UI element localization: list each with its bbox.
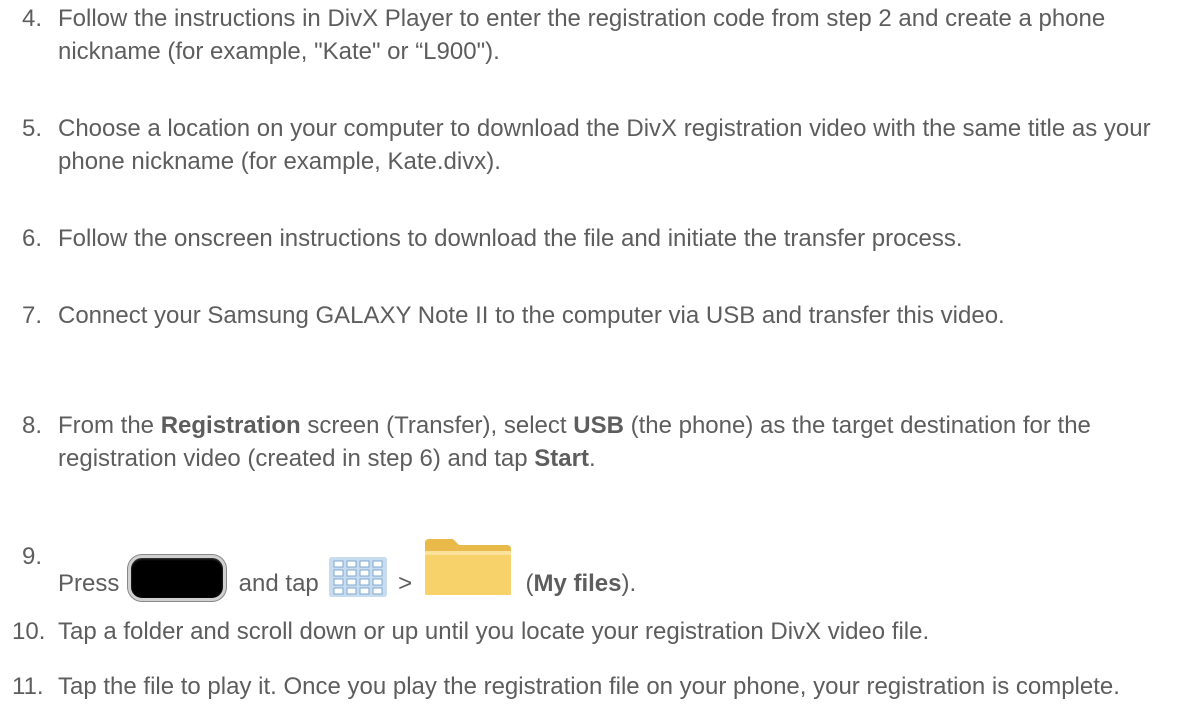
step-text-part: > xyxy=(391,570,419,597)
step-text-part: From the xyxy=(58,412,161,439)
step-number: 9. xyxy=(22,543,43,570)
step-5: 5. Choose a location on your computer to… xyxy=(0,112,1190,178)
step-text-part: and tap xyxy=(232,570,326,597)
step-text: Follow the onscreen instructions to down… xyxy=(58,225,963,252)
step-text-part: Press xyxy=(58,570,127,597)
step-10: 10. Tap a folder and scroll down or up u… xyxy=(0,615,1190,648)
step-text-part: ). xyxy=(621,570,637,597)
step-text-part: ( xyxy=(518,570,534,597)
step-text: Choose a location on your computer to do… xyxy=(58,115,1151,175)
usb-label: USB xyxy=(573,412,624,439)
step-number: 5. xyxy=(22,115,43,142)
step-number: 6. xyxy=(22,225,43,252)
step-8: 8. From the Registration screen (Transfe… xyxy=(0,409,1190,475)
home-key-icon xyxy=(128,555,227,601)
step-number: 4. xyxy=(22,5,43,32)
step-text: From the Registration screen (Transfer),… xyxy=(58,409,1190,475)
step-text: Tap the file to play it. Once you play t… xyxy=(58,673,1120,700)
my-files-label: My files xyxy=(533,570,622,597)
step-4: 4. Follow the instructions in DivX Playe… xyxy=(0,2,1190,68)
registration-label: Registration xyxy=(160,412,301,439)
apps-icon xyxy=(329,557,388,597)
step-text: Connect your Samsung GALAXY Note II to t… xyxy=(58,302,1005,329)
step-text: Follow the instructions in DivX Player t… xyxy=(58,5,1106,65)
step-number: 11. xyxy=(12,673,44,700)
step-7: 7. Connect your Samsung GALAXY Note II t… xyxy=(0,299,1190,332)
start-label: Start xyxy=(534,445,589,472)
step-11: 11. Tap the file to play it. Once you pl… xyxy=(0,670,1190,703)
step-text-part: screen (Transfer), select xyxy=(300,412,574,439)
step-number: 8. xyxy=(22,412,43,439)
step-6: 6. Follow the onscreen instructions to d… xyxy=(0,222,1190,255)
step-number: 7. xyxy=(22,302,43,329)
folder-icon xyxy=(423,537,513,597)
step-9: 9. Press and tap > (My files). xyxy=(0,519,1190,604)
step-text: Tap a folder and scroll down or up until… xyxy=(58,618,930,645)
step-text: Press and tap > (My files). xyxy=(58,519,1190,604)
step-text-part: . xyxy=(588,445,596,472)
step-number: 10. xyxy=(12,618,46,645)
